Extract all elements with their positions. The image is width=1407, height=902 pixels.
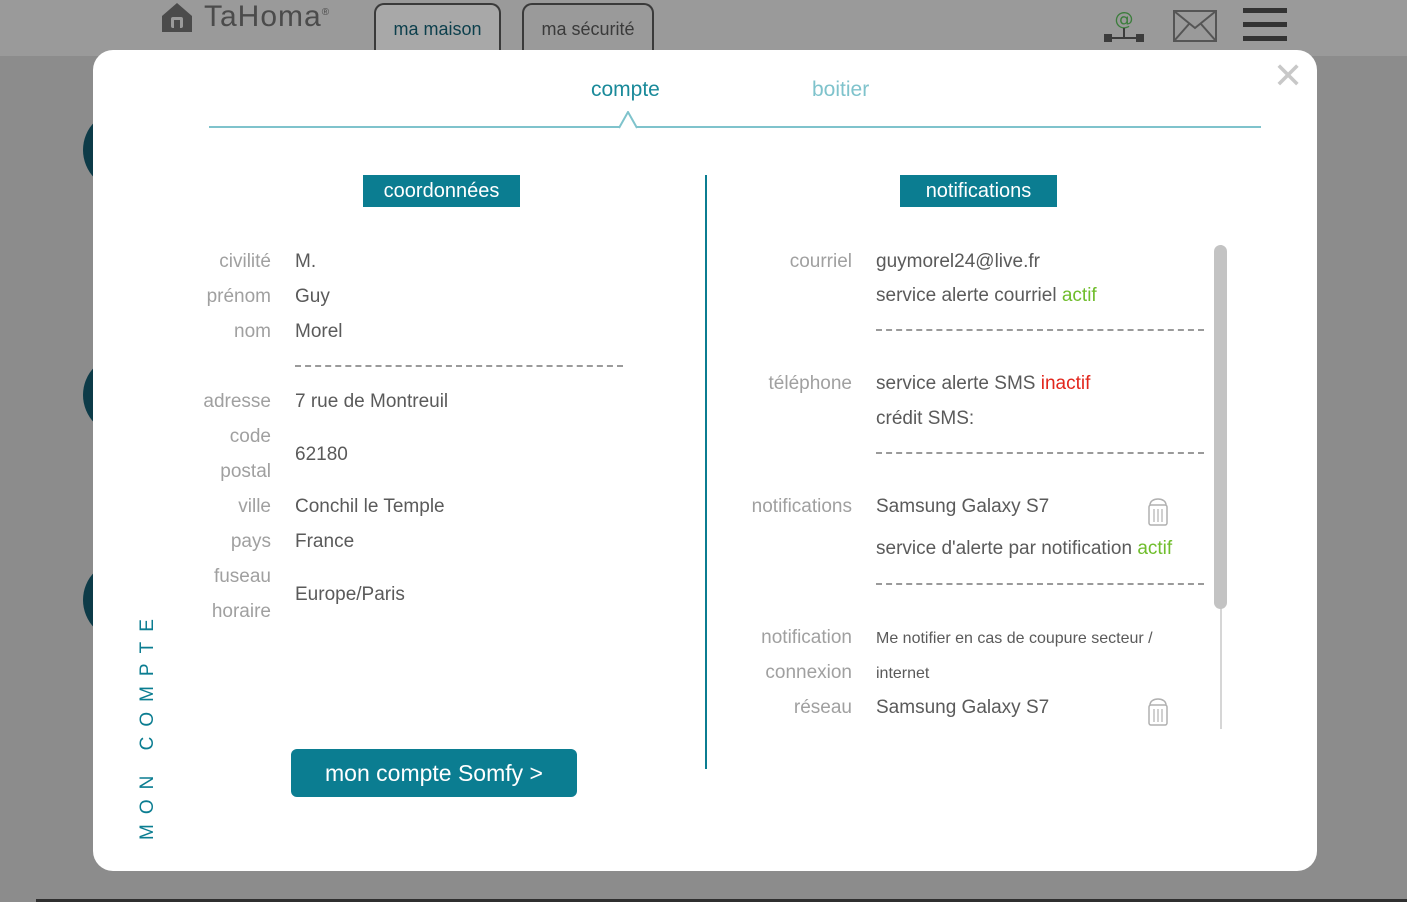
notification-connexion-reseau-label: notification xyxy=(761,627,852,648)
network-at-icon[interactable]: @ xyxy=(1102,8,1146,44)
separator xyxy=(876,583,1204,585)
telephone-label: téléphone xyxy=(768,373,852,394)
coordonnees-title: coordonnées xyxy=(363,175,520,207)
adresse-value: 7 rue de Montreuil xyxy=(295,391,449,412)
notification-connexion-reseau-label: réseau xyxy=(793,697,852,718)
menu-icon[interactable] xyxy=(1243,6,1287,44)
separator xyxy=(876,452,1204,454)
tab-boitier[interactable]: boitier xyxy=(812,78,869,102)
notifications-label: notifications xyxy=(751,496,852,517)
nom-label: nom xyxy=(234,321,271,342)
mail-icon[interactable] xyxy=(1173,10,1217,42)
notifications-title: notifications xyxy=(900,175,1057,207)
ville-value: Conchil le Temple xyxy=(295,496,445,517)
notification-alert-status[interactable]: actif xyxy=(1137,538,1172,559)
email-alert-service: service alerte courriel actif xyxy=(876,285,1097,306)
fuseau-horaire-label: horaire xyxy=(211,601,271,622)
separator xyxy=(876,329,1204,331)
mon-compte-somfy-button[interactable]: mon compte Somfy > xyxy=(291,749,577,797)
account-modal: ✕ compte boitier MON COMPTE coordonnées … xyxy=(93,50,1317,871)
prenom-label: prénom xyxy=(206,286,271,307)
active-tab-caret xyxy=(618,111,638,129)
email-value: guymorel24@live.fr xyxy=(876,251,1040,272)
prenom-value: Guy xyxy=(295,286,330,307)
fuseau-horaire-value: Europe/Paris xyxy=(295,584,405,605)
separator xyxy=(295,365,623,367)
close-icon[interactable]: ✕ xyxy=(1273,59,1303,95)
trash-icon[interactable] xyxy=(1147,696,1169,726)
notification-device: Samsung Galaxy S7 xyxy=(876,496,1050,517)
tahoma-logo: TaHoma® xyxy=(158,0,330,34)
house-icon xyxy=(162,3,192,32)
pays-label: pays xyxy=(230,531,271,552)
network-alert-description: internet xyxy=(876,665,930,682)
side-title-mon-compte: MON COMPTE xyxy=(137,609,158,840)
civilite-value: M. xyxy=(295,251,317,272)
courriel-label: courriel xyxy=(789,251,852,272)
nom-value: Morel xyxy=(295,321,343,342)
fuseau-horaire-label: fuseau xyxy=(213,566,271,587)
modal-tabbar: compte boitier xyxy=(209,76,1261,129)
svg-text:@: @ xyxy=(1115,8,1134,30)
tab-ma-securite[interactable]: ma sécurité xyxy=(522,3,654,53)
code-postal-label: postal xyxy=(220,461,271,482)
scrollbar-thumb[interactable] xyxy=(1214,245,1227,609)
trash-icon[interactable] xyxy=(1147,496,1169,526)
sms-alert-service: service alerte SMS inactif xyxy=(876,373,1091,394)
tab-compte[interactable]: compte xyxy=(591,78,660,102)
adresse-label: adresse xyxy=(203,391,271,412)
app-header: TaHoma® ma maison ma sécurité @ xyxy=(0,0,1407,56)
notification-alert-service: service d'alerte par notification actif xyxy=(876,538,1173,559)
email-alert-status[interactable]: actif xyxy=(1062,285,1097,306)
sms-alert-status[interactable]: inactif xyxy=(1041,373,1091,394)
pays-value: France xyxy=(295,531,355,552)
tab-ma-maison[interactable]: ma maison xyxy=(374,3,501,53)
code-postal-value: 62180 xyxy=(295,444,348,465)
civilite-label: civilité xyxy=(219,251,271,272)
network-alert-description: Me notifier en cas de coupure secteur / xyxy=(876,630,1153,647)
network-alert-device: Samsung Galaxy S7 xyxy=(876,697,1050,718)
ville-label: ville xyxy=(238,496,271,517)
tabbar-underline xyxy=(209,126,1261,128)
logo-text: TaHoma® xyxy=(204,0,331,33)
code-postal-label: code xyxy=(229,426,271,447)
sms-credit: crédit SMS: xyxy=(876,408,975,429)
notification-connexion-reseau-label: connexion xyxy=(765,662,852,683)
